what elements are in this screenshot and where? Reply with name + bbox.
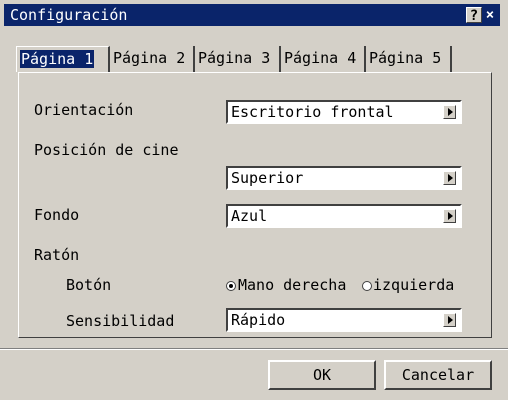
posicion-label: Posición de cine (34, 141, 179, 159)
sensibilidad-label: Sensibilidad (66, 312, 175, 330)
dropdown-arrow-icon[interactable] (443, 105, 456, 119)
dropdown-arrow-icon[interactable] (443, 209, 456, 223)
sensibilidad-value: Rápido (231, 311, 286, 329)
help-button[interactable]: ? (466, 7, 482, 24)
posicion-value: Superior (231, 169, 304, 187)
boton-label: Botón (66, 276, 112, 294)
tab-pagina-1[interactable]: Página 1 (16, 46, 110, 72)
tab-pagina-4[interactable]: Página 4 (281, 46, 366, 72)
configuration-dialog: Configuración ? × Página 1 Página 2 Pági… (0, 0, 508, 400)
orientacion-value: Escritorio frontal (231, 103, 394, 121)
raton-label: Ratón (34, 246, 80, 264)
fondo-select[interactable]: Azul (226, 204, 462, 228)
sensibilidad-select[interactable]: Rápido (226, 308, 462, 332)
dropdown-arrow-icon[interactable] (443, 313, 456, 327)
mano-derecha-label: Mano derecha (238, 276, 347, 294)
dialog-title: Configuración (10, 6, 128, 24)
radio-mano-derecha[interactable] (226, 281, 236, 291)
fondo-label: Fondo (34, 206, 80, 224)
orientacion-label: Orientación (34, 101, 134, 119)
radio-izquierda[interactable] (362, 281, 372, 291)
izquierda-label: izquierda (373, 276, 455, 294)
cancel-button[interactable]: Cancelar (384, 360, 492, 390)
tab-pagina-2[interactable]: Página 2 (110, 46, 195, 72)
posicion-select[interactable]: Superior (226, 166, 462, 190)
separator (0, 348, 508, 350)
title-bar: Configuración ? × (4, 4, 500, 26)
dropdown-arrow-icon[interactable] (443, 171, 456, 185)
fondo-value: Azul (231, 207, 268, 225)
ok-button[interactable]: OK (268, 360, 376, 390)
orientacion-select[interactable]: Escritorio frontal (226, 100, 462, 124)
tab-pagina-5[interactable]: Página 5 (366, 46, 452, 72)
tab-pagina-3[interactable]: Página 3 (195, 46, 281, 72)
close-button[interactable]: × (482, 7, 498, 23)
